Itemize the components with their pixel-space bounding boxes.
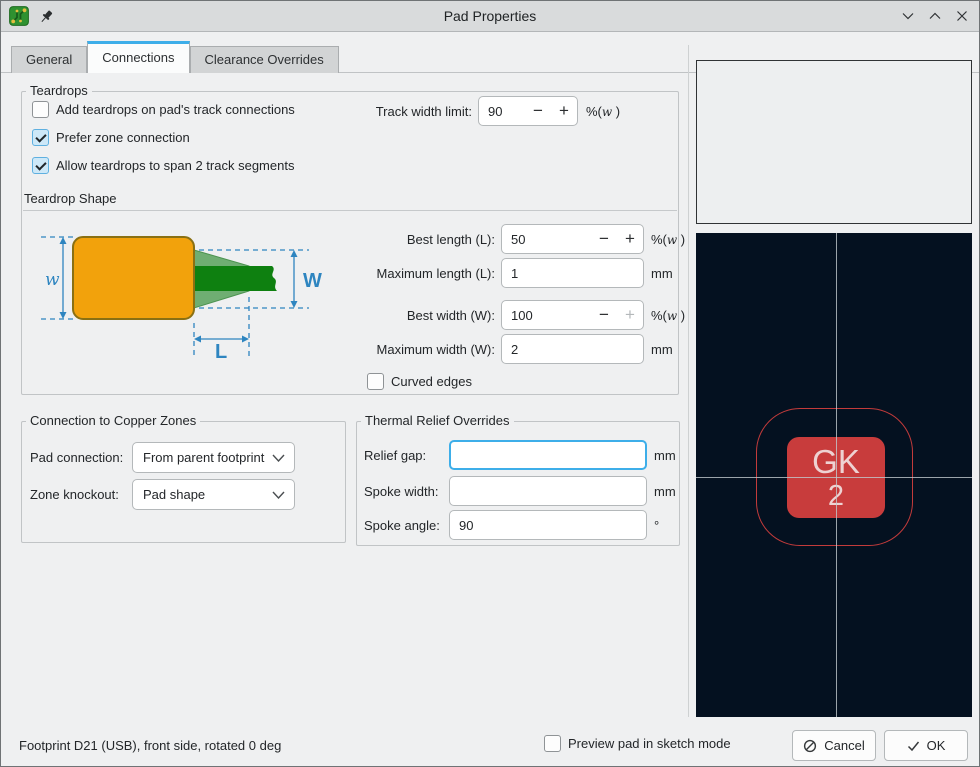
chevron-down-icon: [272, 491, 285, 499]
relief-gap-label: Relief gap:: [364, 448, 449, 463]
relief-gap-input[interactable]: [449, 440, 647, 470]
teardrop-length-dim-label: L: [215, 341, 227, 363]
copper-zones-group: Connection to Copper Zones Pad connectio…: [21, 421, 346, 543]
tab-general[interactable]: General: [11, 46, 87, 73]
sketch-mode-label: Preview pad in sketch mode: [568, 736, 731, 751]
spoke-angle-label: Spoke angle:: [364, 518, 449, 533]
best-length-spinner[interactable]: 50 − +: [501, 224, 644, 254]
max-width-label: Maximum width (W):: [348, 342, 495, 357]
spoke-angle-input[interactable]: [449, 510, 647, 540]
max-length-unit: mm: [651, 266, 673, 281]
footprint-status-text: Footprint D21 (USB), front side, rotated…: [19, 738, 281, 753]
add-teardrops-label: Add teardrops on pad's track connections: [56, 102, 295, 117]
max-width-unit: mm: [651, 342, 673, 357]
track-width-limit-label: Track width limit:: [272, 104, 472, 119]
increment-button[interactable]: +: [617, 229, 643, 249]
add-teardrops-checkbox[interactable]: [32, 101, 49, 118]
pad-connection-label: Pad connection:: [30, 450, 132, 465]
crosshair-vertical: [836, 233, 837, 717]
roll-down-button[interactable]: [901, 9, 915, 23]
allow-span-checkbox[interactable]: [32, 157, 49, 174]
parent-footprint-preview: [696, 60, 972, 224]
spoke-width-input[interactable]: [449, 476, 647, 506]
track-shape: [194, 266, 277, 291]
tab-connections[interactable]: Connections: [87, 41, 189, 73]
cancel-button[interactable]: Cancel: [792, 730, 876, 761]
best-width-spinner[interactable]: 100 − +: [501, 300, 644, 330]
zone-knockout-label: Zone knockout:: [30, 487, 132, 502]
spoke-angle-unit: °: [654, 518, 659, 533]
cancel-icon: [803, 739, 817, 753]
best-length-label: Best length (L):: [348, 232, 495, 247]
best-width-label: Best width (W):: [348, 308, 495, 323]
increment-button[interactable]: +: [551, 101, 577, 121]
thermal-relief-group: Thermal Relief Overrides Relief gap: mm …: [356, 421, 680, 546]
best-width-unit: %(w ): [651, 308, 685, 323]
zone-knockout-select[interactable]: Pad shape: [132, 479, 295, 510]
pad-width-dim-label: w: [45, 270, 60, 290]
teardrops-group: Teardrops Add teardrops on pad's track c…: [21, 91, 679, 395]
best-length-unit: %(w ): [651, 232, 685, 247]
spoke-width-unit: mm: [654, 484, 676, 499]
check-icon: [907, 740, 920, 752]
teardrops-legend: Teardrops: [26, 83, 92, 98]
pad-properties-dialog: Pad Properties General Connections Clear…: [0, 0, 980, 767]
thermal-relief-legend: Thermal Relief Overrides: [361, 413, 514, 428]
increment-button[interactable]: +: [617, 305, 643, 325]
max-length-label: Maximum length (L):: [348, 266, 495, 281]
track-width-limit-unit: %(w ): [586, 104, 620, 119]
close-button[interactable]: [955, 9, 969, 23]
track-width-limit-spinner[interactable]: 90 − +: [478, 96, 578, 126]
decrement-button[interactable]: −: [591, 229, 617, 249]
title-bar[interactable]: Pad Properties: [1, 1, 979, 32]
panel-sash[interactable]: [688, 45, 689, 717]
pad-shape: [73, 237, 194, 319]
pad-preview-canvas[interactable]: GK 2: [696, 233, 972, 717]
curved-edges-checkbox[interactable]: [367, 373, 384, 390]
best-width-value[interactable]: 100: [502, 308, 591, 323]
track-width-limit-value[interactable]: 90: [479, 104, 525, 119]
max-length-input[interactable]: [501, 258, 644, 288]
prefer-zone-connection-checkbox[interactable]: [32, 129, 49, 146]
tab-clearance-overrides[interactable]: Clearance Overrides: [190, 46, 339, 73]
decrement-button[interactable]: −: [525, 101, 551, 121]
zone-knockout-value: Pad shape: [143, 487, 205, 502]
decrement-button[interactable]: −: [591, 305, 617, 325]
ok-button[interactable]: OK: [884, 730, 968, 761]
teardrop-shape-header: Teardrop Shape: [24, 191, 117, 206]
sketch-mode-checkbox[interactable]: [544, 735, 561, 752]
allow-span-label: Allow teardrops to span 2 track segments: [56, 158, 294, 173]
max-width-input[interactable]: [501, 334, 644, 364]
best-length-value[interactable]: 50: [502, 232, 591, 247]
pad-connection-value: From parent footprint: [143, 450, 264, 465]
window-title: Pad Properties: [1, 8, 979, 24]
teardrop-width-dim-label: W: [303, 270, 322, 292]
teardrop-shape-divider: [23, 210, 677, 211]
curved-edges-label: Curved edges: [391, 374, 472, 389]
relief-gap-unit: mm: [654, 448, 676, 463]
copper-zones-legend: Connection to Copper Zones: [26, 413, 200, 428]
teardrop-shape-diagram: w W L: [27, 225, 357, 385]
chevron-down-icon: [272, 454, 285, 462]
tab-bar: General Connections Clearance Overrides: [11, 41, 339, 73]
pad-connection-select[interactable]: From parent footprint: [132, 442, 295, 473]
crosshair-horizontal: [696, 477, 972, 478]
prefer-zone-connection-label: Prefer zone connection: [56, 130, 190, 145]
roll-up-button[interactable]: [928, 9, 942, 23]
spoke-width-label: Spoke width:: [364, 484, 449, 499]
